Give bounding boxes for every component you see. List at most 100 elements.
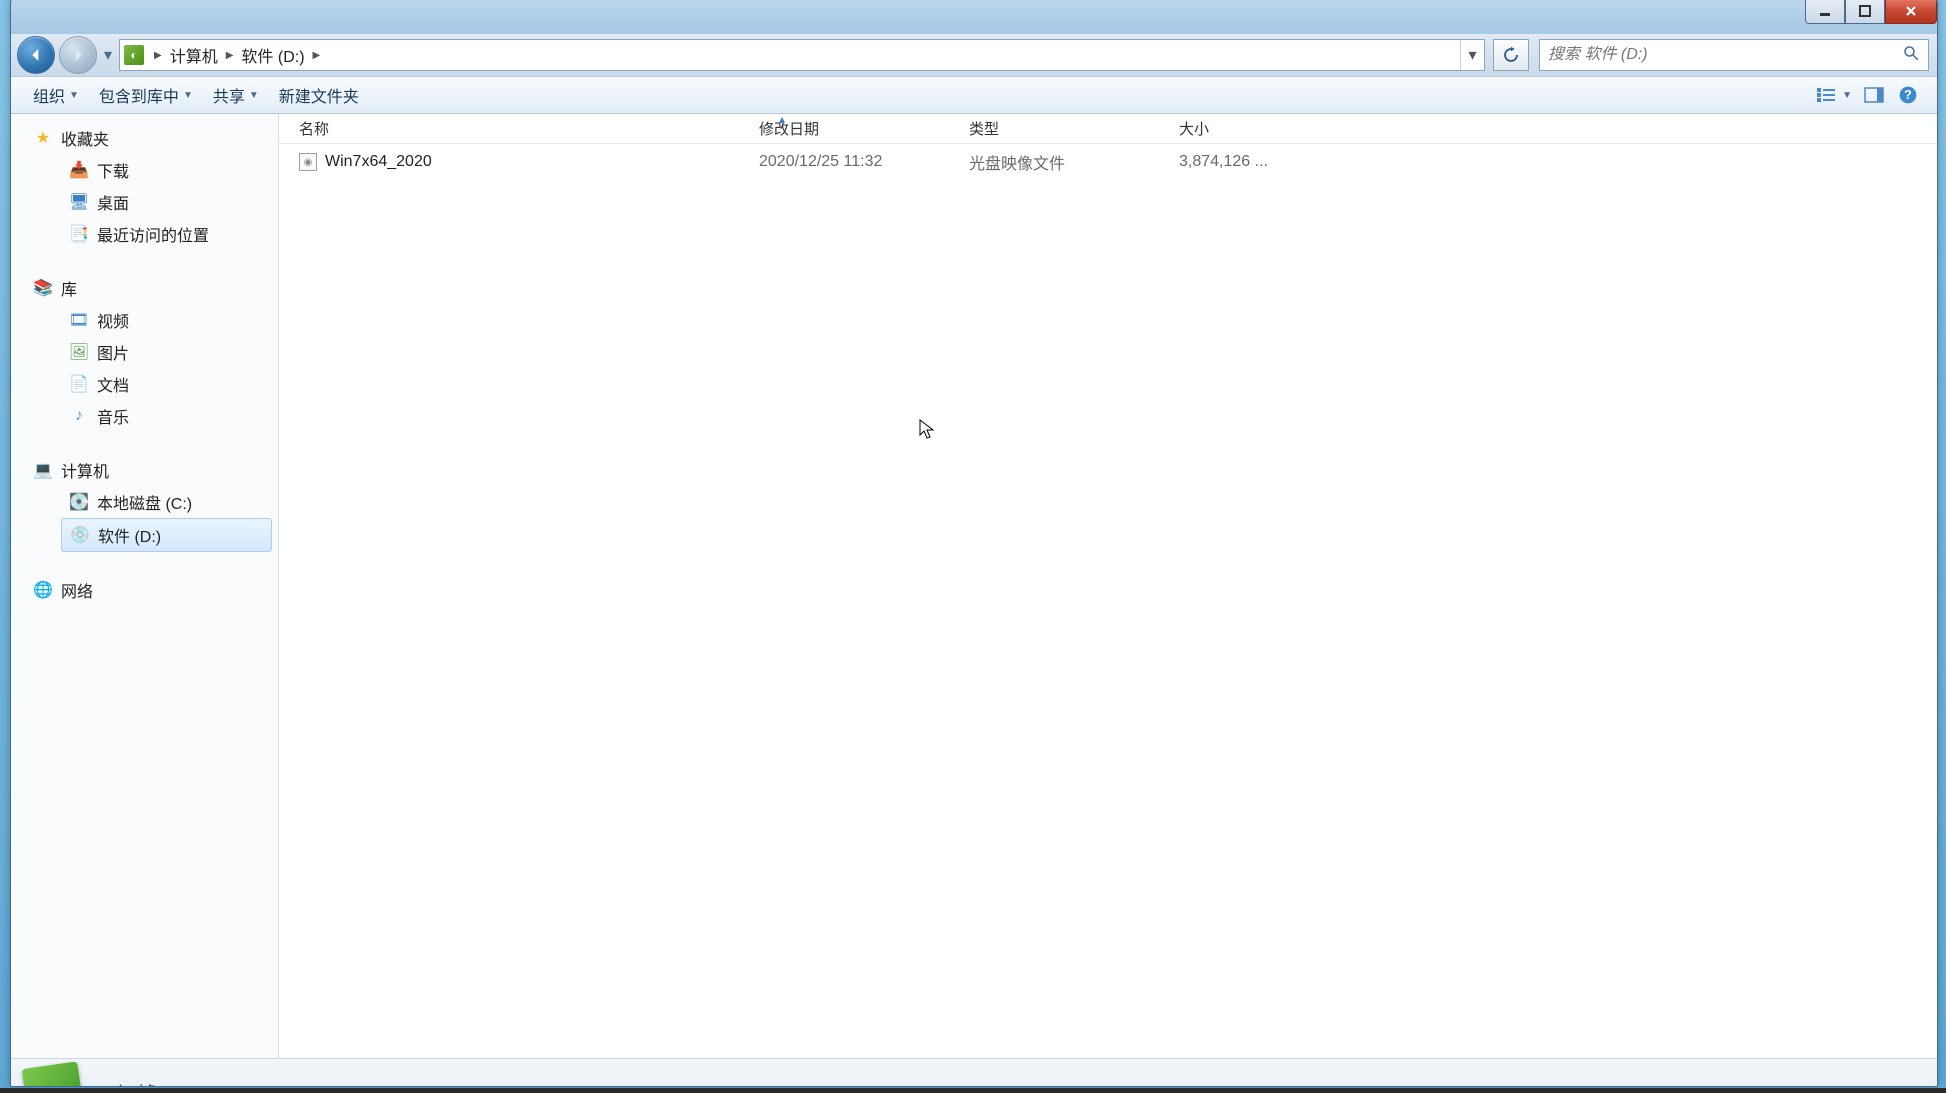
- status-bar: 1 个对象: [11, 1058, 1937, 1087]
- forward-arrow-icon: [69, 46, 87, 64]
- breadcrumb-sep-icon: ▶: [313, 50, 321, 61]
- drive-large-icon: [22, 1061, 85, 1087]
- minimize-button[interactable]: [1805, 0, 1845, 24]
- include-library-button[interactable]: 包含到库中 ▼: [89, 77, 203, 113]
- sidebar-videos[interactable]: 🎞 视频: [11, 304, 278, 336]
- sidebar-downloads[interactable]: 📥 下载: [11, 154, 278, 186]
- file-size-cell: 3,874,126 ...: [1159, 153, 1299, 171]
- sidebar-item-label: 软件 (D:): [98, 523, 161, 547]
- file-name-cell: ◉ Win7x64_2020: [279, 153, 739, 171]
- preview-pane-button[interactable]: [1857, 80, 1891, 110]
- recent-icon: 📑: [69, 224, 89, 244]
- search-bar[interactable]: [1539, 39, 1929, 71]
- sidebar-item-label: 收藏夹: [61, 126, 109, 150]
- help-button[interactable]: ?: [1891, 80, 1925, 110]
- organize-label: 组织: [33, 83, 65, 107]
- search-icon: [1902, 44, 1920, 67]
- maximize-icon: [1858, 4, 1872, 18]
- file-date-cell: 2020/12/25 11:32: [739, 153, 949, 171]
- file-type-cell: 光盘映像文件: [949, 150, 1159, 174]
- chevron-down-icon: ▼: [249, 90, 259, 101]
- download-icon: 📥: [69, 160, 89, 180]
- include-lib-label: 包含到库中: [99, 83, 179, 107]
- breadcrumb-computer[interactable]: 计算机: [168, 39, 220, 71]
- library-icon: 📚: [33, 278, 53, 298]
- desktop-icon: 🖥: [69, 192, 89, 212]
- disk-icon: 💽: [69, 492, 89, 512]
- sidebar-item-label: 库: [61, 276, 77, 300]
- new-folder-button[interactable]: 新建文件夹: [269, 77, 369, 113]
- share-button[interactable]: 共享 ▼: [203, 77, 269, 113]
- col-header-date[interactable]: 修改日期: [739, 118, 949, 139]
- col-header-size[interactable]: 大小: [1159, 118, 1299, 139]
- sidebar-software-d[interactable]: 💿 软件 (D:): [61, 518, 272, 552]
- forward-button[interactable]: [59, 36, 97, 74]
- libraries-group: 📚 库 🎞 视频 🖼 图片 📄 文档 ♪ 音乐: [11, 272, 278, 432]
- list-view-icon: [1816, 87, 1836, 103]
- sidebar-documents[interactable]: 📄 文档: [11, 368, 278, 400]
- sidebar-local-disk-c[interactable]: 💽 本地磁盘 (C:): [11, 486, 278, 518]
- chevron-down-icon: ▼: [183, 90, 193, 101]
- drive-icon: 💿: [70, 525, 90, 545]
- sidebar-item-label: 网络: [61, 578, 93, 602]
- sidebar-libraries[interactable]: 📚 库: [11, 272, 278, 304]
- address-dropdown[interactable]: ▾: [1460, 40, 1484, 70]
- picture-icon: 🖼: [69, 342, 89, 362]
- drive-icon: ◐: [124, 45, 144, 65]
- chevron-down-icon: ▼: [1842, 90, 1852, 101]
- new-folder-label: 新建文件夹: [279, 83, 359, 107]
- close-button[interactable]: [1885, 0, 1937, 24]
- view-mode-button[interactable]: ▼: [1811, 84, 1857, 106]
- sidebar-item-label: 视频: [97, 308, 129, 332]
- bottom-edge: [0, 1088, 1946, 1093]
- sidebar-computer[interactable]: 💻 计算机: [11, 454, 278, 486]
- column-headers: 名称 修改日期 类型 大小: [279, 114, 1937, 144]
- refresh-icon: [1502, 46, 1520, 64]
- col-header-type[interactable]: 类型: [949, 118, 1159, 139]
- mouse-cursor-icon: [919, 419, 935, 441]
- sidebar-item-label: 音乐: [97, 404, 129, 428]
- sidebar-item-label: 桌面: [97, 190, 129, 214]
- sidebar-desktop[interactable]: 🖥 桌面: [11, 186, 278, 218]
- sidebar-recent[interactable]: 📑 最近访问的位置: [11, 218, 278, 250]
- window-controls: [1805, 0, 1937, 24]
- sidebar-item-label: 下载: [97, 158, 129, 182]
- sidebar-network[interactable]: 🌐 网络: [11, 574, 278, 606]
- back-button[interactable]: [17, 36, 55, 74]
- iso-file-icon: ◉: [299, 153, 317, 171]
- video-icon: 🎞: [69, 310, 89, 330]
- toolbar: 组织 ▼ 包含到库中 ▼ 共享 ▼ 新建文件夹 ▼: [11, 76, 1937, 114]
- title-bar: [11, 0, 1937, 34]
- sidebar-pictures[interactable]: 🖼 图片: [11, 336, 278, 368]
- sidebar-item-label: 最近访问的位置: [97, 222, 209, 246]
- organize-button[interactable]: 组织 ▼: [23, 77, 89, 113]
- refresh-button[interactable]: [1493, 39, 1529, 71]
- file-list-content[interactable]: ▴ 名称 修改日期 类型 大小 ◉ Win7x64_2020 2020/12/2…: [279, 114, 1937, 1058]
- document-icon: 📄: [69, 374, 89, 394]
- breadcrumb-sep-icon: ▶: [226, 50, 234, 61]
- file-row[interactable]: ◉ Win7x64_2020 2020/12/25 11:32 光盘映像文件 3…: [279, 144, 1937, 180]
- favorites-group: ★ 收藏夹 📥 下载 🖥 桌面 📑 最近访问的位置: [11, 122, 278, 250]
- sidebar-music[interactable]: ♪ 音乐: [11, 400, 278, 432]
- address-bar[interactable]: ◐ ▶ 计算机 ▶ 软件 (D:) ▶ ▾: [119, 39, 1485, 71]
- network-icon: 🌐: [33, 580, 53, 600]
- breadcrumb-sep-icon: ▶: [154, 50, 162, 61]
- minimize-icon: [1818, 4, 1832, 18]
- sidebar-item-label: 计算机: [61, 458, 109, 482]
- col-header-name[interactable]: 名称: [279, 118, 739, 139]
- chevron-down-icon: ▼: [69, 90, 79, 101]
- main-area: ★ 收藏夹 📥 下载 🖥 桌面 📑 最近访问的位置 📚: [11, 114, 1937, 1058]
- explorer-window: ▾ ◐ ▶ 计算机 ▶ 软件 (D:) ▶ ▾: [10, 0, 1938, 1087]
- search-input[interactable]: [1548, 46, 1902, 64]
- sidebar-favorites[interactable]: ★ 收藏夹: [11, 122, 278, 154]
- nav-history-dropdown[interactable]: ▾: [101, 43, 115, 67]
- file-name-label: Win7x64_2020: [325, 153, 432, 171]
- address-nav-bar: ▾ ◐ ▶ 计算机 ▶ 软件 (D:) ▶ ▾: [11, 34, 1937, 76]
- status-count: 1 个对象: [99, 1079, 160, 1088]
- help-icon: ?: [1898, 85, 1918, 105]
- computer-group: 💻 计算机 💽 本地磁盘 (C:) 💿 软件 (D:): [11, 454, 278, 552]
- preview-pane-icon: [1864, 87, 1884, 103]
- breadcrumb-drive[interactable]: 软件 (D:): [239, 39, 306, 71]
- network-group: 🌐 网络: [11, 574, 278, 606]
- maximize-button[interactable]: [1845, 0, 1885, 24]
